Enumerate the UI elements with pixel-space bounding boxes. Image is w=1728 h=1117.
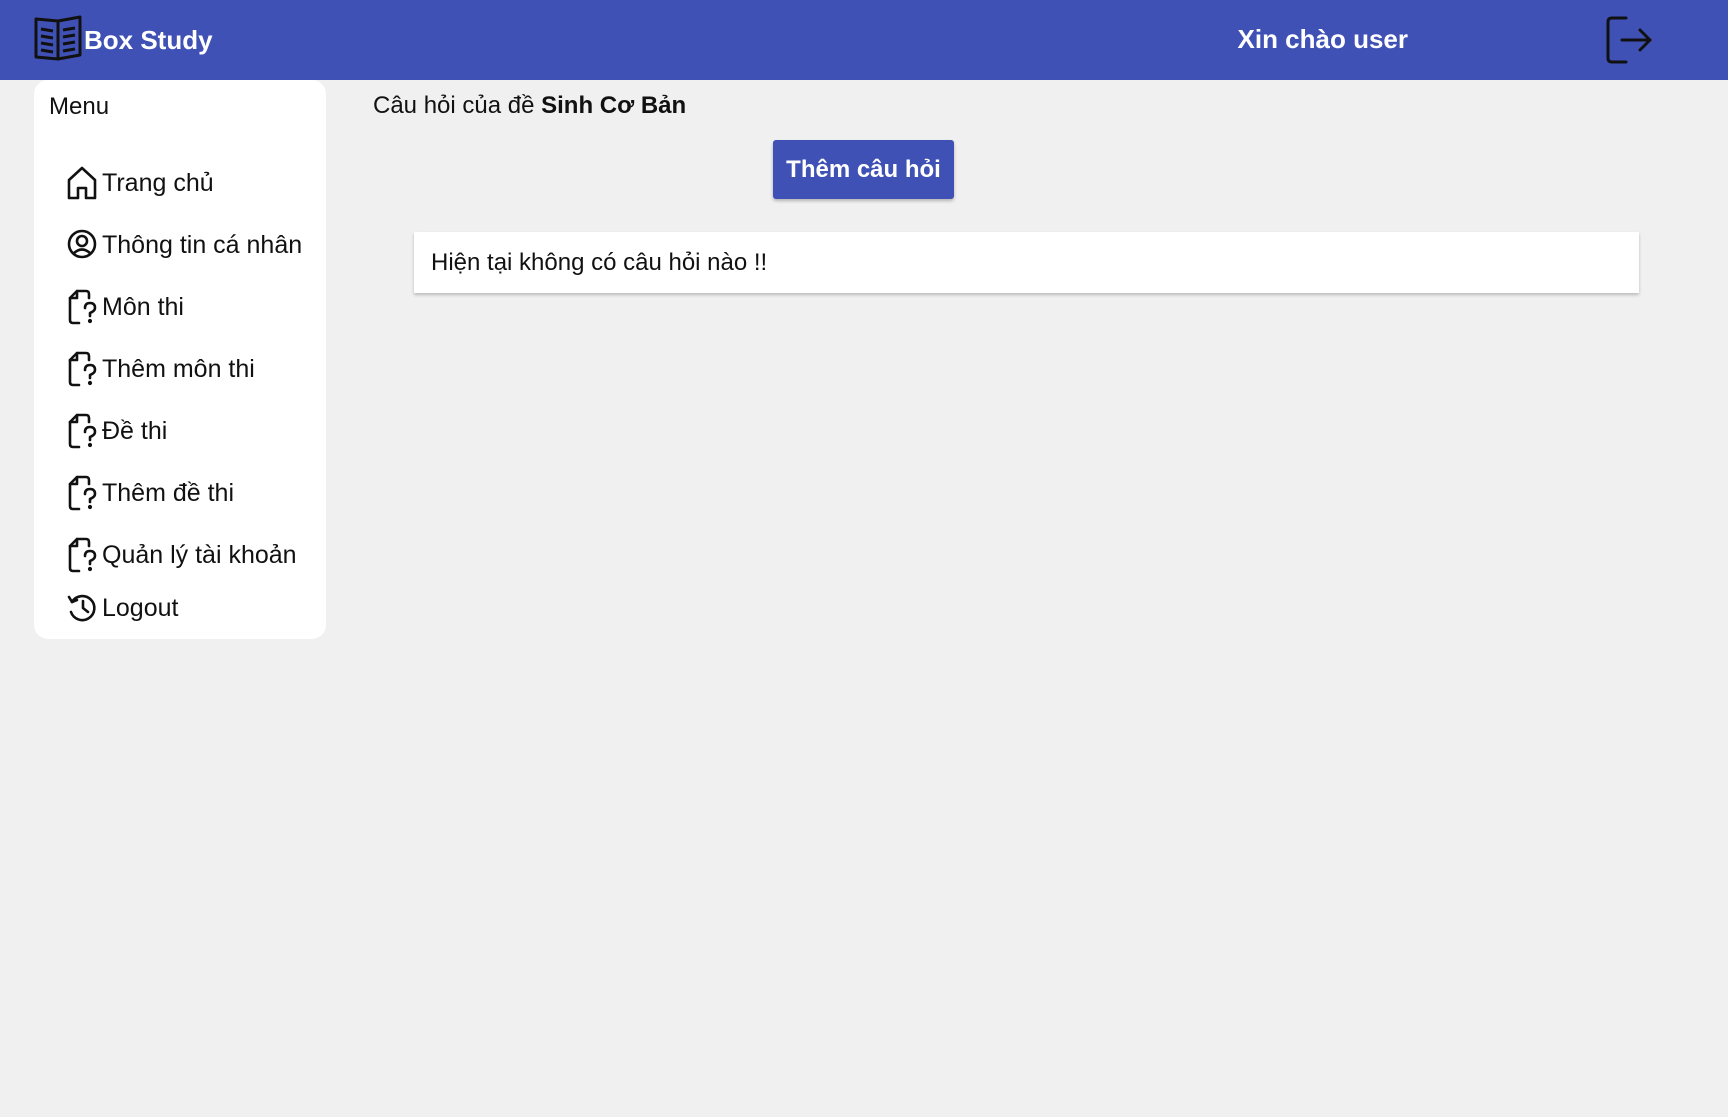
file-question-icon [64,287,100,327]
sidebar-item-trang-chu[interactable]: Trang chủ [64,161,214,205]
empty-message: Hiện tại không có câu hỏi nào !! [431,248,768,276]
sidebar-item-them-mon-thi[interactable]: Thêm môn thi [64,347,255,391]
book-icon [32,11,86,70]
top-navbar: Box Study Xin chào user [0,0,1728,80]
sidebar-item-label: Thêm môn thi [102,354,255,383]
brand[interactable]: Box Study [32,13,213,67]
exam-name: Sinh Cơ Bản [541,92,687,119]
sidebar-item-label: Đề thi [102,416,168,445]
page-title-prefix: Câu hỏi của đề [373,92,535,119]
file-question-icon [64,473,100,513]
sidebar-item-thong-tin-ca-nhan[interactable]: Thông tin cá nhân [64,223,302,267]
page-title: Câu hỏi của đề Sinh Cơ Bản [373,92,686,120]
home-icon [64,163,100,203]
sidebar-item-logout[interactable]: Logout [64,586,178,630]
sidebar-item-de-thi[interactable]: Đề thi [64,409,167,453]
file-question-icon [64,535,100,575]
sidebar-menu: Menu Trang chủ Thông tin cá nhân Môn thi… [34,80,326,639]
user-circle-icon [64,225,100,265]
sidebar-item-label: Thêm đề thi [102,478,235,507]
logout-button[interactable] [1604,14,1656,66]
sidebar-item-quan-ly-tai-khoan[interactable]: Quản lý tài khoản [64,533,297,577]
sidebar-item-mon-thi[interactable]: Môn thi [64,285,184,329]
sidebar-item-them-de-thi[interactable]: Thêm đề thi [64,471,234,515]
logout-arrow-icon [1606,16,1652,64]
history-icon [64,588,100,628]
empty-questions-card: Hiện tại không có câu hỏi nào !! [414,232,1639,293]
menu-title: Menu [49,93,110,120]
brand-title: Box Study [84,24,213,55]
sidebar-item-label: Logout [102,593,179,622]
file-question-icon [64,349,100,389]
sidebar-item-label: Thông tin cá nhân [102,230,303,259]
file-question-icon [64,411,100,451]
sidebar-item-label: Quản lý tài khoản [102,540,297,569]
add-question-button[interactable]: Thêm câu hỏi [773,140,954,199]
sidebar-item-label: Trang chủ [102,168,214,197]
sidebar-item-label: Môn thi [102,292,184,321]
greeting-text: Xin chào user [1237,24,1409,54]
